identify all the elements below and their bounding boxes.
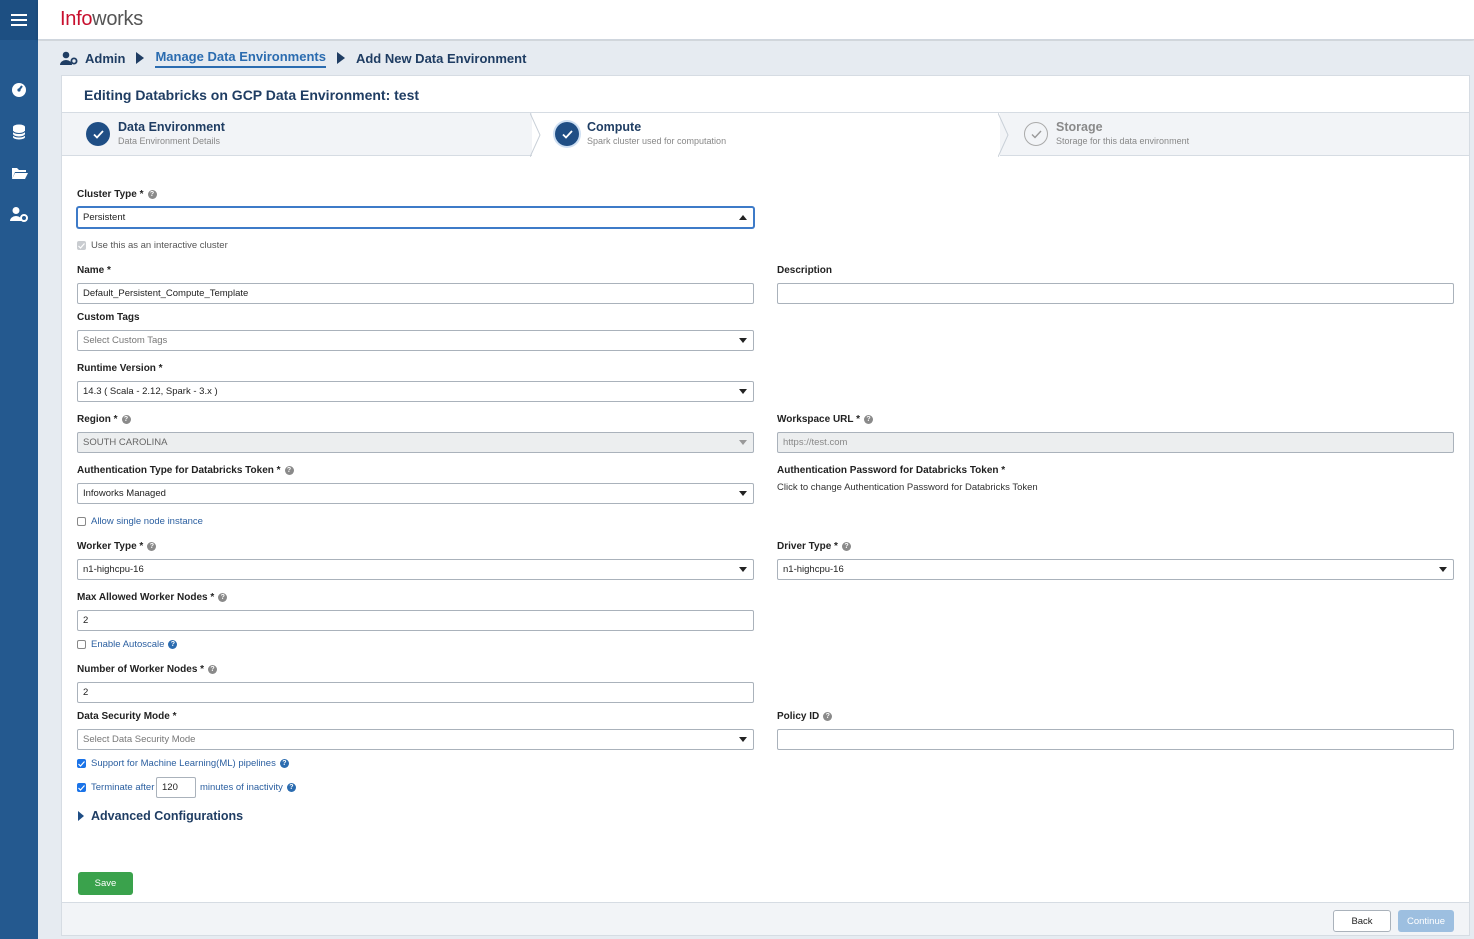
check-icon <box>86 122 110 146</box>
help-icon[interactable]: ? <box>147 542 157 551</box>
auth-type-label: Authentication Type for Databricks Token… <box>77 465 294 476</box>
advanced-configurations-toggle[interactable]: Advanced Configurations <box>78 809 243 823</box>
caret-down-icon <box>739 389 747 394</box>
caret-down-icon <box>739 338 747 343</box>
max-workers-label: Max Allowed Worker Nodes *? <box>77 592 228 603</box>
security-mode-select[interactable]: Select Data Security Mode <box>77 729 754 750</box>
sidebar-item-data-sources[interactable] <box>0 120 38 144</box>
database-icon <box>12 124 26 140</box>
single-node-checkbox[interactable]: Allow single node instance <box>77 516 203 527</box>
terminate-suffix: minutes of inactivity? <box>200 782 296 793</box>
edit-data-environment-panel: Editing Databricks on GCP Data Environme… <box>61 75 1470 936</box>
policy-id-input[interactable] <box>777 729 1454 750</box>
policy-id-label: Policy ID? <box>777 711 833 722</box>
breadcrumb: Admin Manage Data Environments Add New D… <box>38 41 1474 75</box>
num-workers-input[interactable]: 2 <box>77 682 754 703</box>
worker-type-label: Worker Type *? <box>77 541 157 552</box>
caret-down-icon <box>739 567 747 572</box>
help-icon[interactable]: ? <box>208 665 218 674</box>
region-select[interactable]: SOUTH CAROLINA <box>77 432 754 453</box>
help-icon[interactable]: ? <box>284 466 294 475</box>
admin-user-gear-icon <box>60 51 78 65</box>
security-mode-label: Data Security Mode * <box>77 711 177 722</box>
auth-type-select[interactable]: Infoworks Managed <box>77 483 754 504</box>
description-label: Description <box>777 265 833 276</box>
breadcrumb-manage-data-environments[interactable]: Manage Data Environments <box>155 49 326 68</box>
custom-tags-label: Custom Tags <box>77 312 140 323</box>
caret-right-icon <box>78 811 84 821</box>
num-workers-label: Number of Worker Nodes *? <box>77 664 218 675</box>
cluster-type-label: Cluster Type *? <box>77 189 157 200</box>
save-button[interactable]: Save <box>78 872 133 895</box>
sidebar-item-folders[interactable] <box>0 161 38 185</box>
stepper: Data Environment Data Environment Detail… <box>62 112 1469 157</box>
sidebar-item-admin[interactable] <box>0 202 38 226</box>
auth-password-label: Authentication Password for Databricks T… <box>777 465 1006 476</box>
max-workers-input[interactable]: 2 <box>77 610 754 631</box>
help-icon[interactable]: ? <box>168 640 178 649</box>
help-icon[interactable]: ? <box>218 593 228 602</box>
caret-down-icon <box>739 491 747 496</box>
region-label: Region *? <box>77 414 131 425</box>
caret-down-icon <box>739 737 747 742</box>
breadcrumb-admin: Admin <box>60 51 125 66</box>
worker-type-select[interactable]: n1-highcpu-16 <box>77 559 754 580</box>
help-icon[interactable]: ? <box>823 712 833 721</box>
terminate-minutes-input[interactable]: 120 <box>156 777 196 798</box>
chevron-right-icon <box>336 52 345 64</box>
top-bar: Infoworks <box>38 0 1474 40</box>
help-icon[interactable]: ? <box>286 783 296 792</box>
dashboard-gauge-icon <box>12 83 26 97</box>
sidebar-item-dashboard[interactable] <box>0 78 38 102</box>
caret-down-icon <box>739 440 747 445</box>
runtime-version-select[interactable]: 14.3 ( Scala - 2.12, Spark - 3.x ) <box>77 381 754 402</box>
chevron-right-icon <box>136 52 145 64</box>
help-icon[interactable]: ? <box>841 542 851 551</box>
help-icon[interactable]: ? <box>121 415 131 424</box>
footer-bar: Back Continue <box>62 902 1469 935</box>
help-icon[interactable]: ? <box>864 415 873 424</box>
folder-icon <box>11 168 28 179</box>
cluster-type-select[interactable]: Persistent <box>77 207 754 228</box>
runtime-version-label: Runtime Version * <box>77 363 163 374</box>
page-title: Editing Databricks on GCP Data Environme… <box>84 87 420 103</box>
description-input[interactable] <box>777 283 1454 304</box>
interactive-cluster-checkbox[interactable]: Use this as an interactive cluster <box>77 240 228 251</box>
autoscale-checkbox[interactable]: Enable Autoscale? <box>77 639 178 650</box>
continue-button[interactable]: Continue <box>1398 910 1454 932</box>
menu-icon <box>11 14 27 26</box>
caret-down-icon <box>1439 567 1447 572</box>
back-button[interactable]: Back <box>1333 910 1391 932</box>
name-input[interactable]: Default_Persistent_Compute_Template <box>77 283 754 304</box>
workspace-url-input[interactable]: https://test.com <box>777 432 1454 453</box>
admin-user-gear-icon <box>10 207 28 222</box>
infoworks-logo[interactable]: Infoworks <box>60 8 143 31</box>
driver-type-select[interactable]: n1-highcpu-16 <box>777 559 1454 580</box>
menu-button[interactable] <box>0 0 38 40</box>
check-icon <box>1024 122 1048 146</box>
driver-type-label: Driver Type *? <box>777 541 851 552</box>
left-sidebar <box>0 0 38 939</box>
help-icon[interactable]: ? <box>147 190 157 199</box>
workspace-url-label: Workspace URL *? <box>777 414 873 425</box>
change-auth-password-link[interactable]: Click to change Authentication Password … <box>777 482 1038 493</box>
terminate-checkbox[interactable]: Terminate after <box>77 782 154 793</box>
custom-tags-select[interactable]: Select Custom Tags <box>77 330 754 351</box>
caret-up-icon <box>739 215 747 220</box>
help-icon[interactable]: ? <box>279 759 289 768</box>
breadcrumb-current: Add New Data Environment <box>355 50 527 66</box>
check-icon <box>555 122 579 146</box>
name-label: Name * <box>77 265 111 276</box>
ml-support-checkbox[interactable]: Support for Machine Learning(ML) pipelin… <box>77 758 289 769</box>
